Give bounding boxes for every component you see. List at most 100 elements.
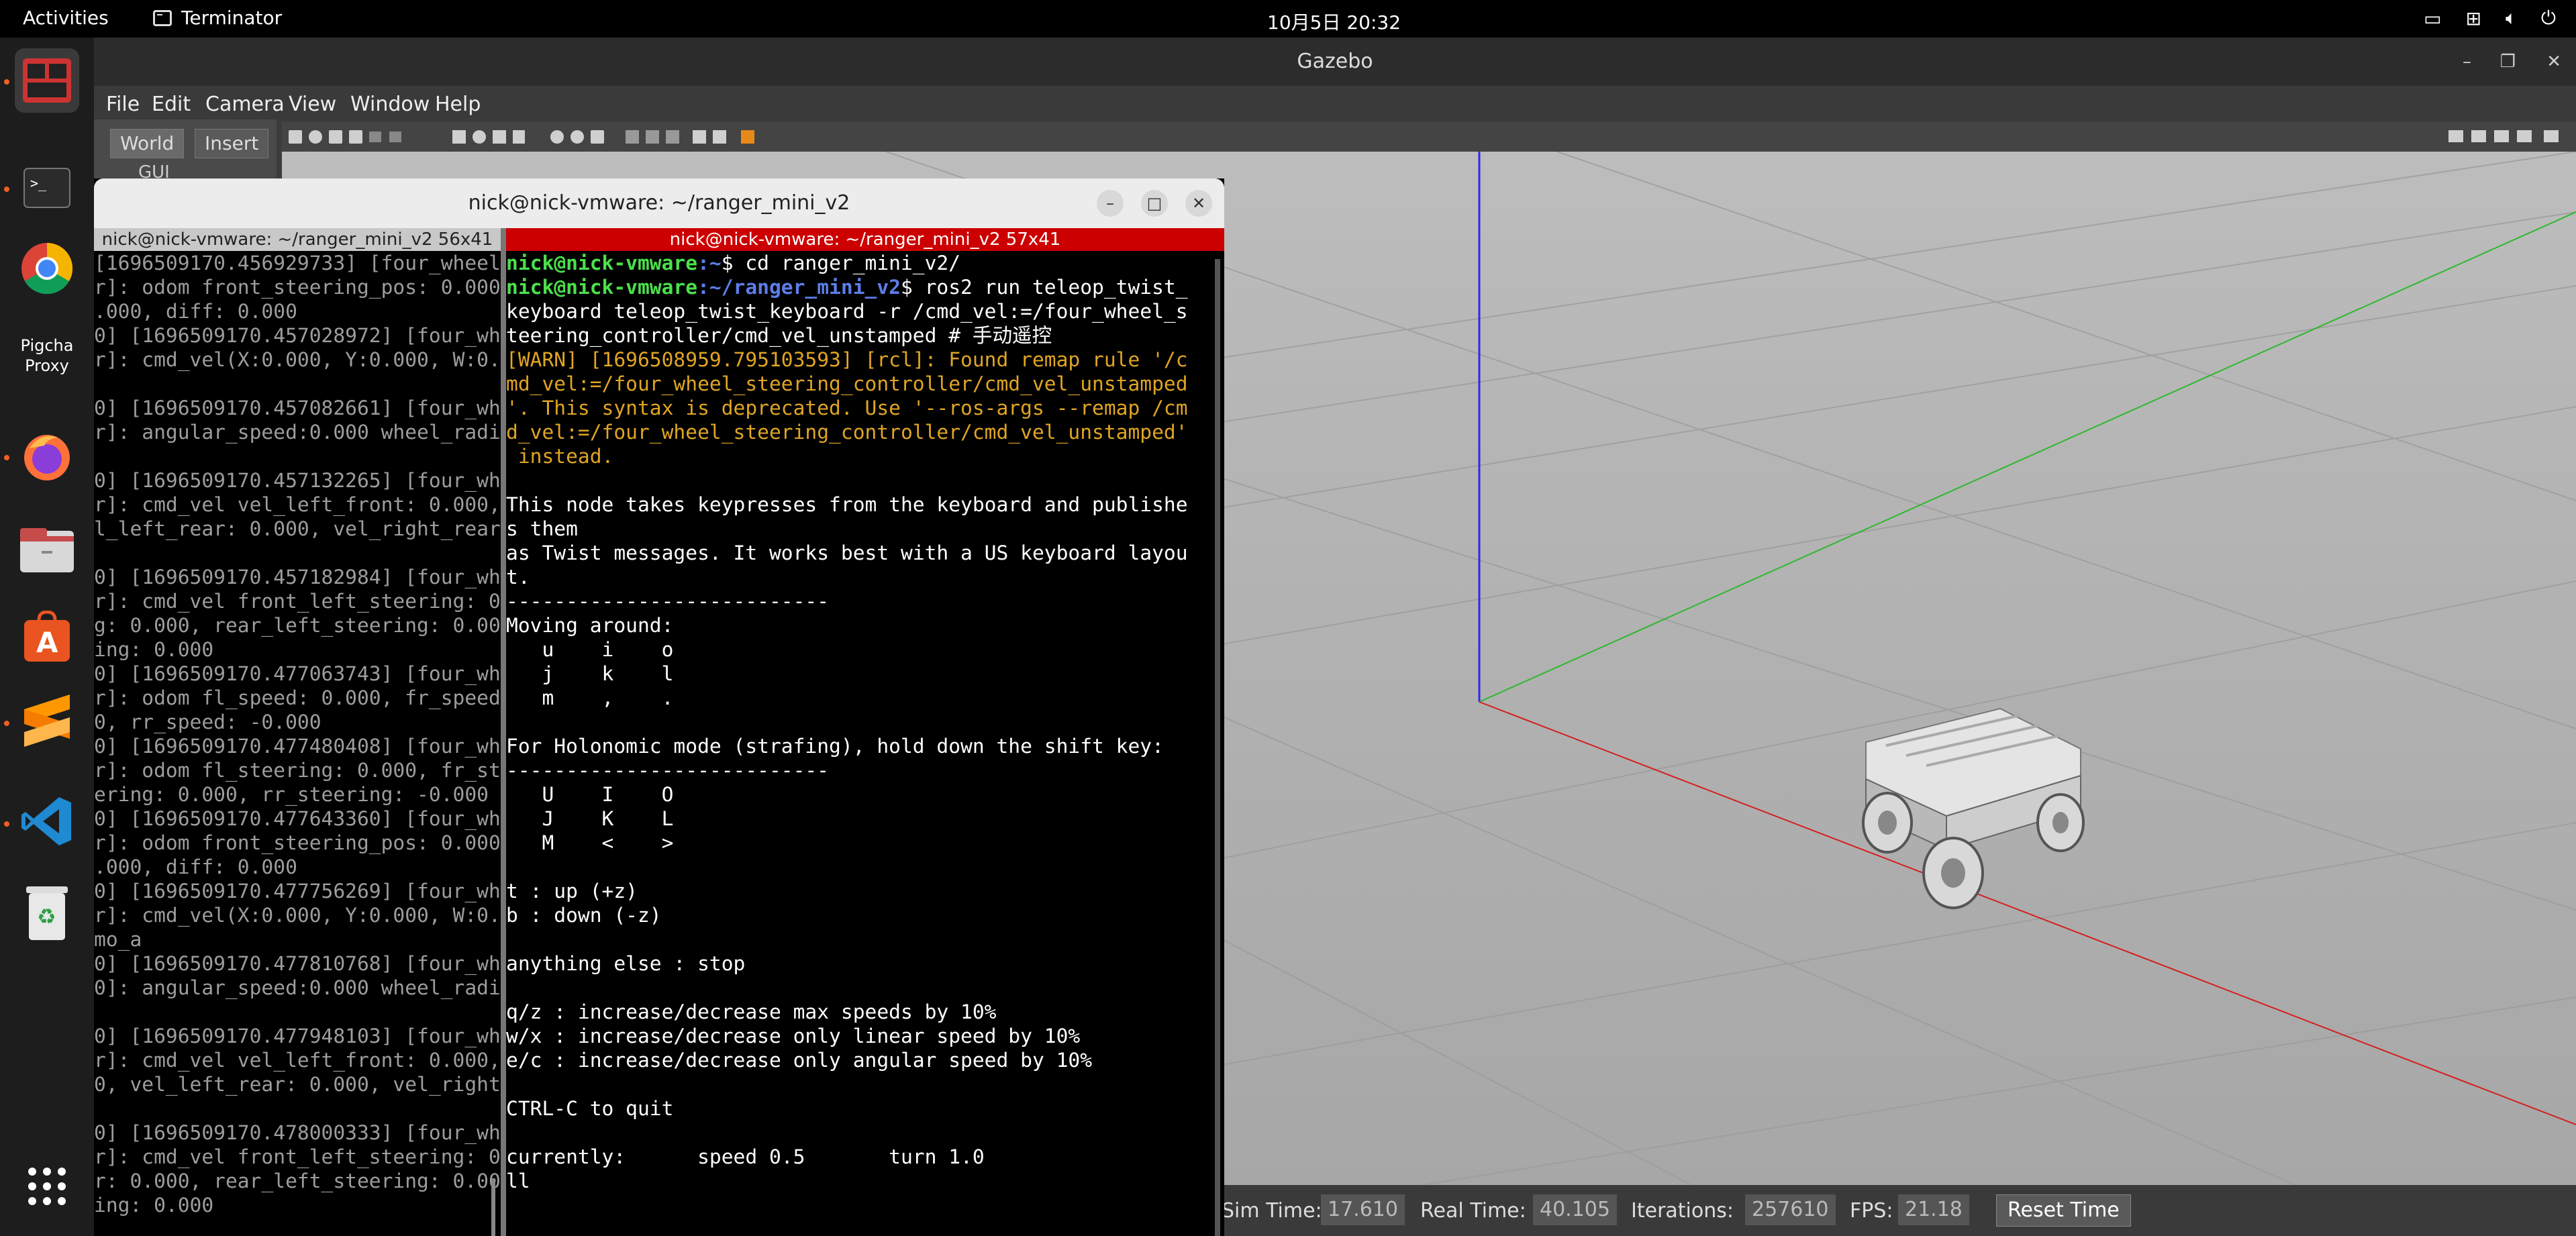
running-indicator [4, 721, 9, 726]
power-icon[interactable]: ⏻ [2541, 7, 2556, 30]
tab-world[interactable]: World [110, 129, 185, 158]
menu-file[interactable]: File [106, 93, 140, 116]
firefox-icon [24, 435, 70, 480]
dock-item-chrome[interactable] [15, 236, 79, 301]
left-terminal-line: 0] [1696509170.457182984] [four_wheel_s [94, 566, 501, 588]
volume-icon[interactable]: 🔈︎ [2506, 7, 2517, 30]
prompt-user: nick@nick-vmware [506, 276, 698, 299]
restore-icon[interactable]: ❐ [2500, 38, 2516, 86]
activities-button[interactable]: Activities [23, 7, 109, 29]
right-terminal-line [506, 976, 1215, 1000]
keyboard-icon[interactable]: ▭ [2424, 7, 2441, 30]
running-indicator [4, 187, 9, 192]
right-pane-scrollbar[interactable] [1215, 259, 1220, 1236]
right-terminal-line: instead. [506, 445, 614, 468]
files-icon [20, 528, 74, 572]
right-terminal-line: u i o [506, 638, 674, 661]
terminator-titlebar[interactable]: nick@nick-vmware: ~/ranger_mini_v2 – □ ✕ [94, 178, 1224, 228]
app-menu-label: Terminator [181, 7, 283, 29]
right-terminal-line: Moving around: [506, 614, 674, 637]
menu-help[interactable]: Help [435, 93, 481, 116]
minimize-icon[interactable]: – [1097, 190, 1124, 217]
chrome-icon [21, 242, 73, 295]
menu-edit[interactable]: Edit [152, 93, 191, 116]
menu-view[interactable]: View [289, 93, 336, 116]
right-terminal-line: w/x : increase/decrease only linear spee… [506, 1025, 1081, 1047]
iterations-label: Iterations: [1631, 1199, 1734, 1223]
real-time-value: 40.105 [1533, 1194, 1617, 1225]
dock-item-vscode[interactable] [15, 789, 79, 854]
left-pane-scrollbar[interactable] [491, 1178, 495, 1236]
left-terminal-line: l_left_rear: 0.000, vel_right_rear [94, 517, 501, 540]
right-terminal-line [506, 927, 1215, 951]
dock-item-terminator[interactable] [15, 48, 79, 113]
dock-item-sublime[interactable] [15, 688, 79, 753]
terminator-window: nick@nick-vmware: ~/ranger_mini_v2 – □ ✕… [94, 178, 1224, 1236]
left-terminal-line: r]: odom fl_steering: 0.000, fr_steerin [94, 759, 501, 782]
right-terminal-line: b : down (-z) [506, 904, 662, 927]
sublime-text-icon [24, 694, 70, 747]
trash-icon: ♻ [26, 886, 68, 940]
left-terminal-pane[interactable]: [1696509170.456929733] [four_wheel_s r]: … [94, 251, 501, 1236]
gazebo-titlebar[interactable]: Gazebo – ❐ ✕ [94, 38, 2576, 86]
dock-item-trash[interactable]: ♻ [15, 880, 79, 945]
pigcha-label-line1: Pigcha [20, 336, 74, 355]
left-terminal-line: 0, vel_left_rear: 0.000, vel_right_rear [94, 1073, 501, 1096]
app-menu[interactable]: Terminator [153, 7, 282, 29]
terminator-icon [23, 58, 71, 103]
right-terminal-line: q/z : increase/decrease max speeds by 10… [506, 1000, 997, 1023]
right-terminal-line [506, 855, 1215, 879]
right-terminal-line: anything else : stop [506, 952, 746, 975]
gazebo-status-bar: Sim Time: 17.610 Real Time: 40.105 Itera… [1222, 1185, 2576, 1236]
reset-time-button[interactable]: Reset Time [1996, 1194, 2131, 1227]
dock-item-terminal[interactable]: >_ [15, 156, 79, 220]
system-tray[interactable]: ▭ ⊞ 🔈︎ ⏻ [2424, 7, 2556, 30]
right-terminal-line: d_vel:=/four_wheel_steering_controller/c… [506, 421, 1188, 444]
right-terminal-line: [WARN] [1696508959.795103593] [rcl]: Fou… [506, 348, 1188, 371]
left-terminal-line: r]: cmd_vel(X:0.000, Y:0.000, W:0.00 [94, 348, 501, 371]
right-terminal-line: M < > [506, 831, 674, 854]
close-icon[interactable]: ✕ [2546, 38, 2561, 86]
gazebo-toolbar [282, 122, 2576, 152]
right-terminal-line: e/c : increase/decrease only angular spe… [506, 1049, 1093, 1072]
left-terminal-line: 0] [1696509170.477810768] [four_wheel_s [94, 952, 501, 975]
svg-text:A: A [36, 626, 58, 659]
dock-item-firefox[interactable] [15, 424, 79, 488]
dock-item-files[interactable] [15, 518, 79, 582]
terminal-icon: >_ [23, 168, 70, 208]
left-terminal-line: .000, diff: 0.000 [94, 856, 297, 878]
left-terminal-line: 0] [1696509170.457132265] [four_wheel_s [94, 469, 501, 492]
minimize-icon[interactable]: – [2463, 38, 2471, 86]
left-terminal-line: ering: 0.000, rr_steering: -0.000 [94, 783, 489, 806]
right-terminal-line: U I O [506, 783, 674, 806]
right-terminal-line: J K L [506, 807, 674, 830]
dock-item-show-apps[interactable] [15, 1154, 79, 1219]
right-terminal-line: t : up (+z) [506, 880, 638, 903]
right-terminal-pane[interactable]: nick@nick-vmware:~$ cd ranger_mini_v2/ni… [506, 251, 1215, 1236]
left-terminal-line: 0]: angular_speed:0.000 wheel_radius_:0 [94, 976, 501, 999]
toolbar-icons[interactable] [282, 122, 2576, 152]
clock[interactable]: 10月5日 20:32 [1267, 8, 1401, 35]
dock-item-pigcha-proxy[interactable]: Pigcha Proxy [15, 323, 79, 388]
left-terminal-line: ing: 0.000 [94, 1194, 214, 1217]
left-terminal-line: r]: odom front_steering_pos: 0.000, rea [94, 276, 501, 299]
right-terminal-line: --------------------------- [506, 759, 830, 782]
show-apps-grid-icon [28, 1168, 66, 1205]
left-terminal-line: g: 0.000, rear_left_steering: 0.000, [94, 614, 501, 637]
prompt-path: :~ [697, 252, 722, 274]
menu-window[interactable]: Window [350, 93, 430, 116]
pane-divider[interactable] [501, 228, 506, 1236]
dock-item-app-center[interactable]: A [15, 605, 79, 670]
app-center-icon: A [24, 611, 70, 662]
right-pane-titlebar[interactable]: nick@nick-vmware: ~/ranger_mini_v2 57x41 [506, 228, 1224, 251]
close-icon[interactable]: ✕ [1185, 190, 1212, 217]
left-pane-titlebar[interactable]: nick@nick-vmware: ~/ranger_mini_v2 56x41 [94, 228, 501, 251]
running-indicator [4, 455, 9, 460]
left-terminal-line: 0, rr_speed: -0.000 [94, 711, 321, 733]
network-icon[interactable]: ⊞ [2466, 7, 2481, 30]
tab-insert[interactable]: Insert [195, 129, 269, 158]
maximize-icon[interactable]: □ [1141, 190, 1168, 217]
menu-camera[interactable]: Camera [205, 93, 285, 116]
left-terminal-line: 0] [1696509170.477948103] [four_wheel_s [94, 1025, 501, 1047]
left-terminal-line [94, 1096, 501, 1121]
